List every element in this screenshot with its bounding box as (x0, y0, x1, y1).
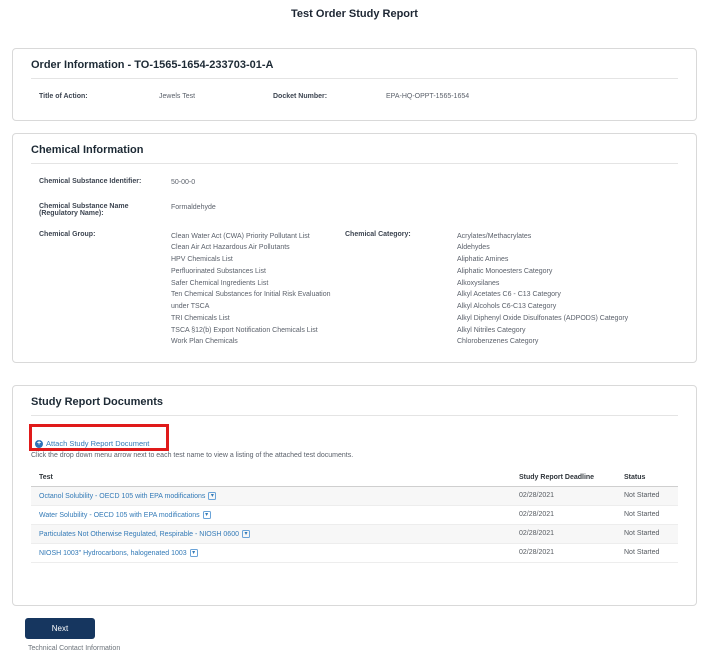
table-row: Water Solubility - OECD 105 with EPA mod… (31, 506, 678, 525)
chemical-name-row: Chemical Substance Name (Regulatory Name… (31, 203, 678, 217)
page: Test Order Study Report Order Informatio… (0, 0, 709, 652)
chemical-group-item: Clean Water Act (CWA) Priority Pollutant… (171, 232, 310, 240)
status-cell: Not Started (624, 492, 660, 499)
attach-study-report-wrap: Attach Study Report Document (29, 424, 678, 451)
chemical-category-item: Alkyl Alcohols C6-C13 Category (457, 303, 557, 310)
caret-square-down-icon[interactable] (189, 549, 198, 557)
chemical-substance-identifier-label: Chemical Substance Identifier: (39, 178, 142, 185)
table-row: Particulates Not Otherwise Regulated, Re… (31, 525, 678, 544)
chemical-category-label: Chemical Category: (345, 230, 411, 238)
caret-square-down-icon[interactable] (208, 492, 217, 500)
table-row: Octanol Solubility - OECD 105 with EPA m… (31, 487, 678, 506)
chemical-category-item: Alkoxysilanes (457, 279, 500, 287)
table-row: NIOSH 1003" Hydrocarbons, halogenated 10… (31, 544, 678, 563)
chemical-category-item: Acrylates/Methacrylates (457, 232, 532, 240)
test-link[interactable]: Octanol Solubility - OECD 105 with EPA m… (39, 492, 217, 500)
chemical-category-item: Alkyl Acetates C6 - C13 Category (457, 291, 561, 299)
chemical-information-panel: Chemical Information Chemical Substance … (12, 133, 697, 363)
panel-spacer (31, 563, 678, 591)
chemical-group-item: TRI Chemicals List (171, 314, 230, 322)
caret-square-down-icon[interactable] (202, 511, 211, 519)
docket-number-value: EPA-HQ-OPPT-1565-1654 (386, 93, 470, 100)
attach-study-report-document-label: Attach Study Report Document (46, 439, 150, 448)
deadline-cell: 02/28/2021 (519, 530, 555, 537)
study-report-documents-heading: Study Report Documents (31, 396, 678, 416)
title-of-action-value: Jewels Test (159, 93, 196, 100)
chemical-group-item: Ten Chemical Substances for Initial Risk… (171, 291, 331, 310)
order-information-panel: Order Information - TO-1565-1654-233703-… (12, 48, 697, 121)
test-link-label: Water Solubility - OECD 105 with EPA mod… (39, 511, 200, 519)
chemical-group-label: Chemical Group: (39, 230, 96, 238)
chemical-substance-name-label: Chemical Substance Name (Regulatory Name… (39, 202, 129, 217)
chemical-category-item: Chlorobenzenes Category (457, 338, 539, 346)
chemical-category-item: Alkyl Nitriles Category (457, 326, 526, 334)
chemical-category-list: Acrylates/Methacrylates Aldehydes Aliphati… (457, 231, 678, 349)
chemical-identifier-row: Chemical Substance Identifier: 50-00-0 (31, 178, 678, 189)
column-header-deadline: Study Report Deadline (519, 474, 595, 481)
test-link-label: Octanol Solubility - OECD 105 with EPA m… (39, 492, 206, 500)
chemical-group-item: HPV Chemicals List (171, 256, 233, 263)
technical-contact-information-link[interactable]: Technical Contact Information (28, 645, 709, 652)
table-header-row: Test Study Report Deadline Status (31, 469, 678, 487)
test-link[interactable]: Particulates Not Otherwise Regulated, Re… (39, 530, 250, 538)
chemical-group-list: Clean Water Act (CWA) Priority Pollutant… (171, 231, 337, 349)
chemical-group-item: Clean Air Act Hazardous Air Pollutants (171, 244, 290, 252)
docket-number-label: Docket Number: (273, 93, 328, 100)
study-report-table: Test Study Report Deadline Status Octano… (31, 469, 678, 563)
column-header-test: Test (39, 474, 53, 481)
test-cell: Octanol Solubility - OECD 105 with EPA m… (31, 487, 511, 505)
test-link-label: NIOSH 1003" Hydrocarbons, halogenated 10… (39, 549, 187, 557)
status-cell: Not Started (624, 511, 660, 518)
test-link[interactable]: NIOSH 1003" Hydrocarbons, halogenated 10… (39, 549, 198, 557)
chemical-group-item: Safer Chemical Ingredients List (171, 279, 269, 287)
study-report-documents-panel: Study Report Documents Attach Study Repo… (12, 385, 697, 606)
deadline-cell: 02/28/2021 (519, 492, 555, 499)
test-cell: Water Solubility - OECD 105 with EPA mod… (31, 506, 511, 524)
test-cell: NIOSH 1003" Hydrocarbons, halogenated 10… (31, 544, 511, 562)
chemical-category-item: Aldehydes (457, 244, 490, 252)
deadline-cell: 02/28/2021 (519, 549, 555, 556)
next-button[interactable]: Next (25, 618, 95, 639)
deadline-cell: 02/28/2021 (519, 511, 555, 518)
order-fields: Title of Action: Jewels Test Docket Numb… (31, 79, 678, 106)
chemical-information-heading: Chemical Information (31, 144, 678, 164)
title-of-action-label: Title of Action: (39, 93, 88, 100)
order-information-heading: Order Information - TO-1565-1654-233703-… (31, 59, 678, 79)
status-cell: Not Started (624, 549, 660, 556)
instruction-text: Click the drop down menu arrow next to e… (31, 452, 354, 459)
table-body: Octanol Solubility - OECD 105 with EPA m… (31, 487, 678, 563)
chemical-category-item: Aliphatic Amines (457, 256, 509, 263)
test-link[interactable]: Water Solubility - OECD 105 with EPA mod… (39, 511, 211, 519)
test-cell: Particulates Not Otherwise Regulated, Re… (31, 525, 511, 543)
chemical-group-item: Work Plan Chemicals (171, 338, 238, 346)
chemical-group-item: TSCA §12(b) Export Notification Chemical… (171, 326, 318, 334)
chemical-group-item: Perfluorinated Substances List (171, 267, 266, 275)
test-link-label: Particulates Not Otherwise Regulated, Re… (39, 530, 239, 538)
caret-square-down-icon[interactable] (241, 530, 250, 538)
chemical-category-item: Aliphatic Monoesters Category (457, 267, 553, 275)
page-title: Test Order Study Report (291, 8, 418, 20)
chemical-category-item: Alkyl Diphenyl Oxide Disulfonates (ADPOD… (457, 314, 629, 322)
chemical-substance-name-value: Formaldehyde (171, 203, 216, 211)
column-header-status: Status (624, 474, 646, 481)
attach-study-report-document-button[interactable]: Attach Study Report Document (35, 439, 149, 448)
chemical-substance-identifier-value: 50-00-0 (171, 179, 196, 186)
chemical-group-category-row: Chemical Group: Clean Water Act (CWA) Pr… (31, 231, 678, 349)
plus-circle-icon (35, 439, 43, 448)
status-cell: Not Started (624, 530, 660, 537)
